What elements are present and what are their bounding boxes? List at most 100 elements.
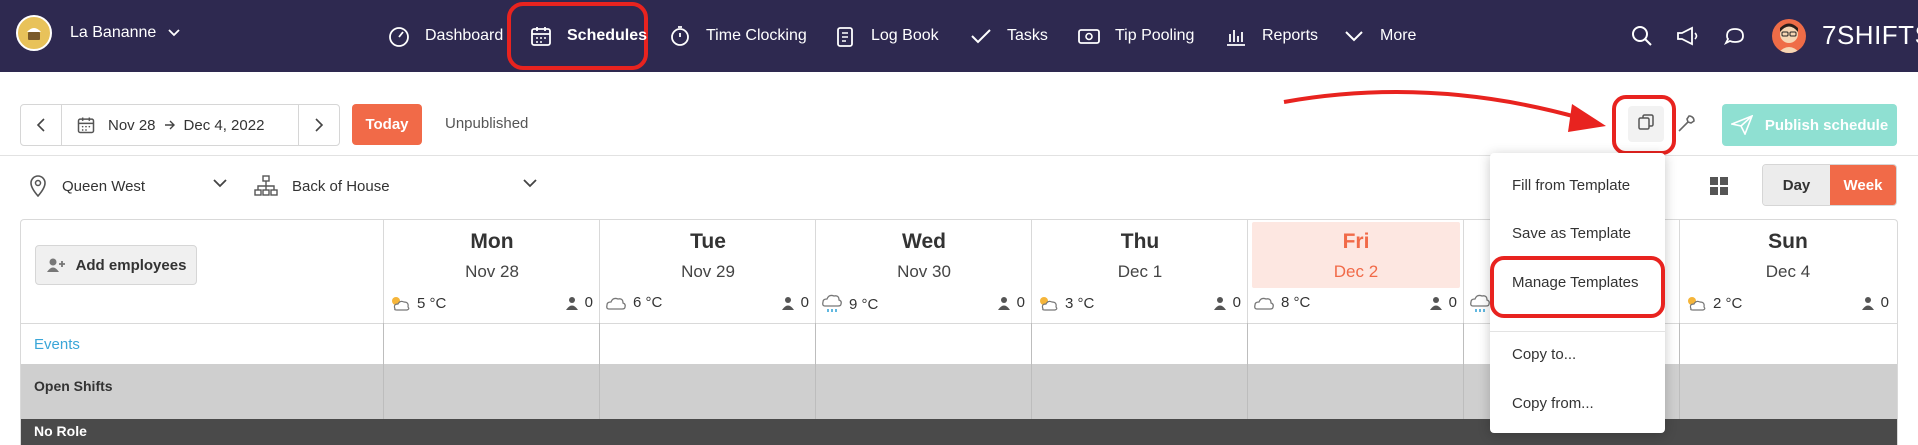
person-icon (997, 296, 1011, 310)
weather: 9 °C (821, 294, 878, 314)
staff-count-value: 0 (1448, 294, 1457, 311)
calendar-icon (76, 115, 96, 135)
nav-time-clocking[interactable]: Time Clocking (668, 22, 807, 50)
temperature: 8 °C (1281, 294, 1311, 311)
day-name: Mon (470, 230, 514, 253)
bar-chart-icon (1224, 24, 1248, 48)
date-range-picker[interactable]: Nov 28 Dec 4, 2022 (61, 105, 299, 145)
wrench-icon[interactable] (1675, 113, 1697, 135)
staff-count-value: 0 (1232, 294, 1241, 311)
week-view-button[interactable]: Week (1830, 165, 1896, 205)
staff-count: 0 (781, 294, 809, 311)
department-filter[interactable]: Back of House (254, 174, 390, 198)
nav-label: More (1380, 27, 1417, 44)
paper-plane-icon (1730, 115, 1753, 135)
nav-label: Schedules (567, 27, 648, 44)
day-view-button[interactable]: Day (1763, 165, 1830, 205)
temperature: 6 °C (633, 294, 663, 311)
publish-schedule-button[interactable]: Publish schedule (1722, 104, 1897, 146)
nav-dashboard[interactable]: Dashboard (387, 22, 503, 50)
menu-item-fill-from-template[interactable]: Fill from Template (1512, 177, 1630, 194)
day-date: Nov 29 (681, 262, 735, 281)
clipboard-icon (833, 24, 857, 48)
location-pin-icon (28, 175, 48, 197)
staff-count: 0 (1213, 294, 1241, 311)
staff-count: 0 (997, 294, 1025, 311)
rain-cloud-icon (1469, 294, 1491, 314)
weather: 8 °C (1253, 294, 1310, 311)
staff-count: 0 (1861, 294, 1889, 311)
column-divider (1031, 323, 1032, 419)
today-button[interactable]: Today (352, 104, 422, 145)
menu-item-copy-to[interactable]: Copy to... (1512, 346, 1576, 363)
nav-tasks[interactable]: Tasks (969, 22, 1048, 50)
person-icon (781, 296, 795, 310)
nav-reports[interactable]: Reports (1224, 22, 1318, 50)
partly-sunny-icon (1037, 294, 1059, 312)
previous-week-button[interactable] (21, 105, 61, 145)
staff-count: 0 (565, 294, 593, 311)
open-shifts-label: Open Shifts (34, 378, 113, 394)
nav-log-book[interactable]: Log Book (833, 22, 939, 50)
search-icon[interactable] (1629, 23, 1655, 49)
date-end: Dec 4, 2022 (183, 116, 265, 134)
day-column-header: Wed Nov 30 9 °C 0 (815, 220, 1031, 323)
view-toggle: Day Week (1762, 164, 1897, 206)
publish-status: Unpublished (445, 115, 529, 132)
day-name: Tue (690, 230, 726, 253)
day-column-header: Thu Dec 1 3 °C 0 (1031, 220, 1247, 323)
rain-cloud-icon (821, 294, 843, 314)
date-start: Nov 28 (108, 116, 156, 134)
chat-bubble-icon[interactable] (1722, 23, 1748, 49)
menu-item-save-as-template[interactable]: Save as Template (1512, 225, 1631, 242)
arrow-right-icon (164, 120, 176, 130)
day-column-header: Tue Nov 29 6 °C 0 (599, 220, 815, 323)
events-link[interactable]: Events (34, 336, 80, 353)
copy-template-button[interactable] (1628, 106, 1664, 142)
day-date: Dec 2 (1333, 262, 1379, 281)
temperature: 5 °C (417, 294, 447, 312)
person-icon (1861, 296, 1875, 310)
chevron-down-icon[interactable] (522, 178, 538, 188)
nav-schedules[interactable]: Schedules (529, 22, 647, 50)
temperature: 2 °C (1713, 294, 1743, 312)
person-icon (1213, 296, 1227, 310)
day-column-header-today: Fri Dec 2 8 °C 0 (1247, 220, 1463, 323)
location-filter[interactable]: Queen West (28, 174, 145, 198)
weather: 3 °C (1037, 294, 1094, 312)
column-divider (599, 323, 600, 419)
partly-sunny-icon (1685, 294, 1707, 312)
add-employees-button[interactable]: Add employees (35, 245, 197, 285)
day-column-header: Sun Dec 4 2 °C 0 (1679, 220, 1895, 323)
next-week-button[interactable] (299, 105, 339, 145)
weather: 2 °C (1685, 294, 1742, 312)
menu-item-copy-from[interactable]: Copy from... (1512, 395, 1594, 412)
nav-label: Reports (1262, 27, 1319, 44)
annotation-arrow (1283, 90, 1606, 132)
day-column-header: Mon Nov 28 5 °C 0 (383, 220, 599, 323)
weather: 5 °C (389, 294, 446, 312)
staff-count-value: 0 (584, 294, 593, 311)
org-chart-icon (254, 175, 278, 197)
megaphone-icon[interactable] (1675, 23, 1701, 49)
checkmark-icon (969, 24, 993, 48)
copy-icon (1637, 113, 1655, 136)
staff-count: 0 (1429, 294, 1457, 311)
chevron-down-icon[interactable] (212, 178, 228, 188)
day-name: Thu (1120, 230, 1160, 253)
top-navigation-bar: La Bananne Dashboard Schedules Time Cloc… (0, 0, 1918, 72)
nav-label: Tip Pooling (1115, 27, 1195, 44)
department-value: Back of House (292, 177, 390, 195)
grid-view-icon[interactable] (1708, 175, 1730, 197)
publish-label: Publish schedule (1764, 116, 1889, 134)
partly-sunny-icon (389, 294, 411, 312)
staff-count-value: 0 (800, 294, 809, 311)
org-switcher[interactable]: La Bananne (16, 15, 180, 51)
user-avatar[interactable] (1772, 19, 1806, 53)
stopwatch-icon (668, 24, 692, 48)
nav-label: Tasks (1007, 27, 1048, 44)
day-name: Sun (1768, 230, 1808, 253)
day-date: Dec 1 (1117, 262, 1163, 281)
nav-more[interactable]: More (1342, 22, 1416, 50)
nav-tip-pooling[interactable]: Tip Pooling (1077, 22, 1194, 50)
